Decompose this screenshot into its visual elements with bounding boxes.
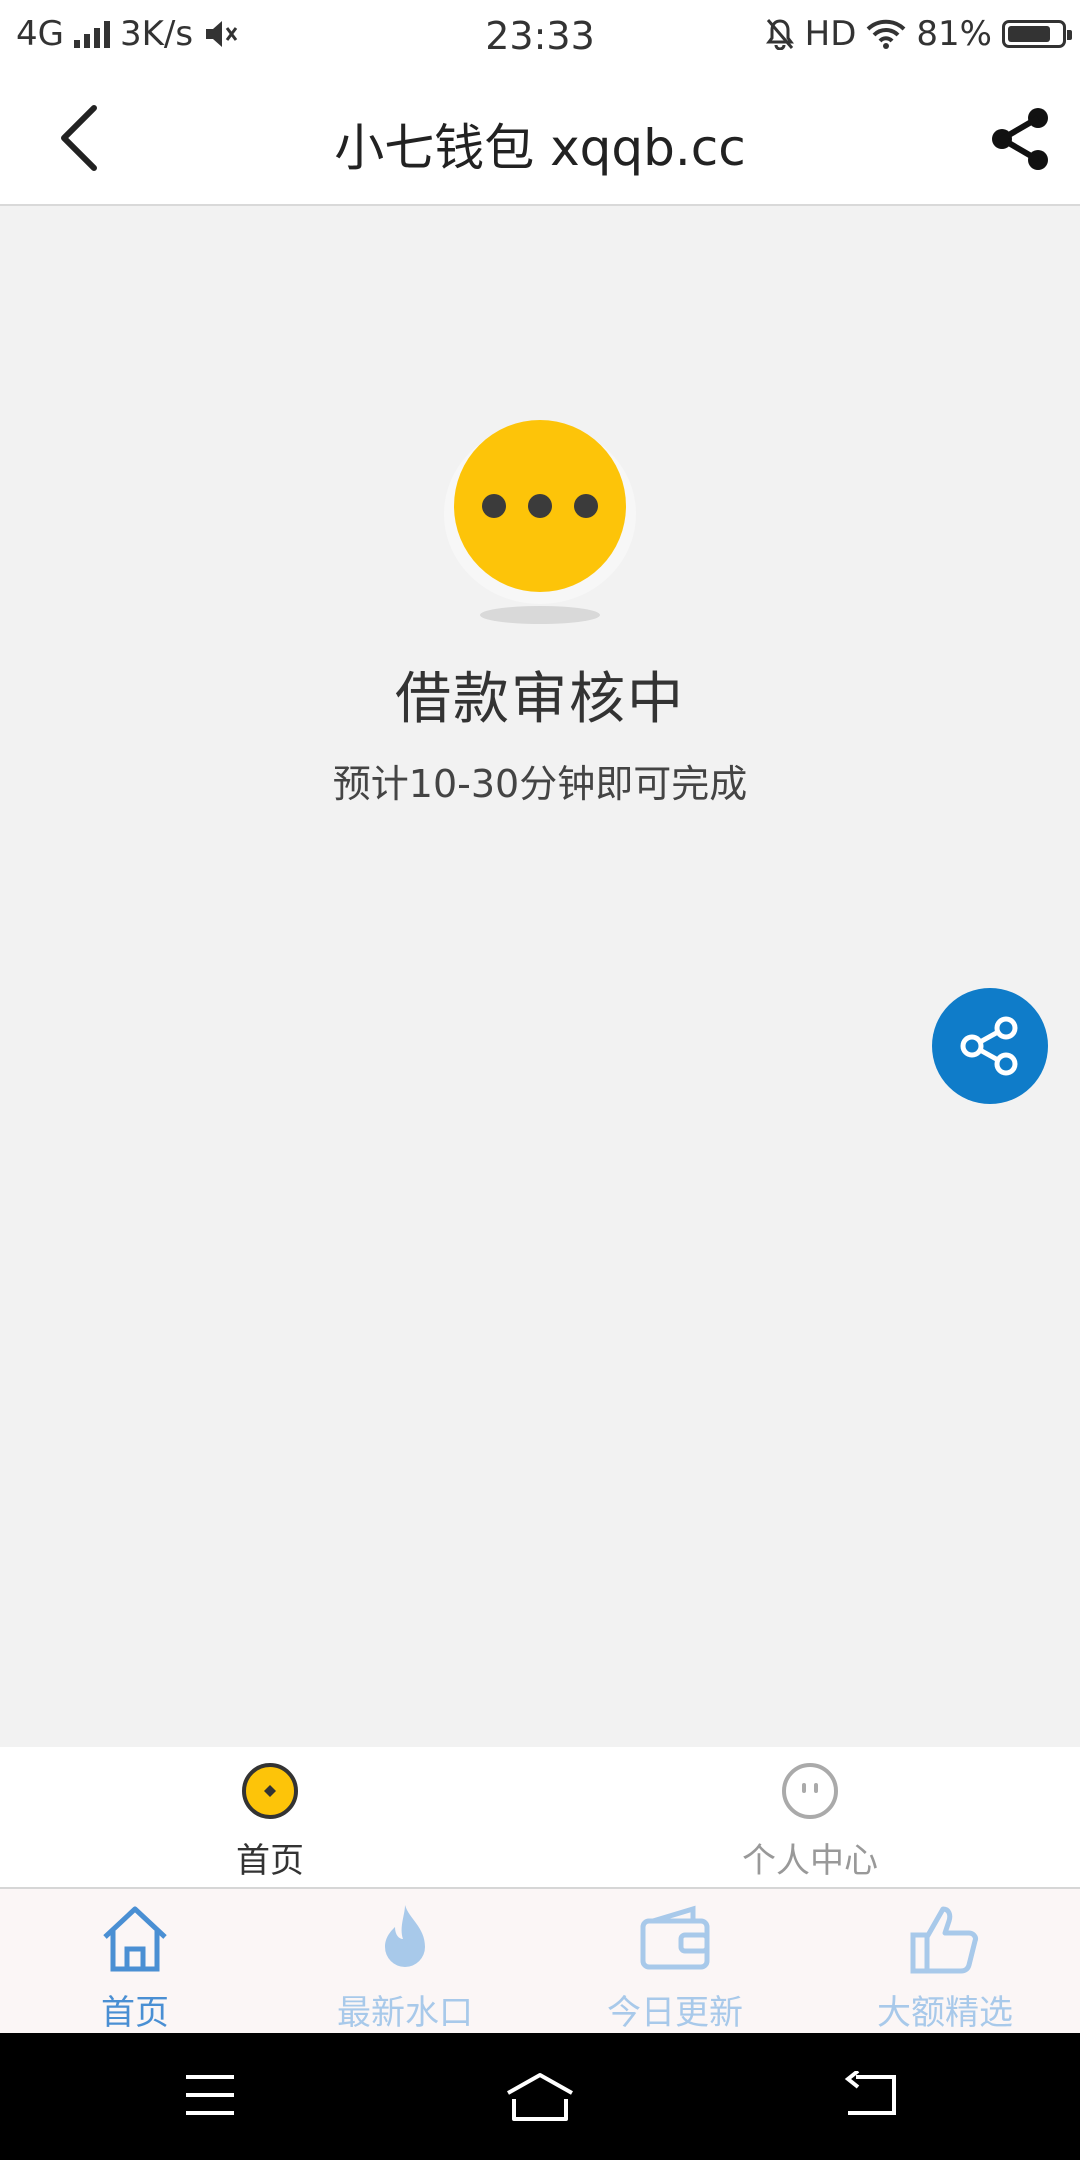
wallet-icon [640, 1905, 710, 1970]
app-header: 小七钱包 xqqb.cc [0, 72, 1080, 206]
wifi-icon [867, 19, 906, 49]
nav-home-label: 首页 [101, 1993, 169, 2033]
coin-icon [242, 1763, 298, 1819]
thumbs-up-icon [910, 1906, 978, 1974]
tab-profile[interactable]: 个人中心 [540, 1761, 1080, 1882]
status-title: 借款审核中 [395, 667, 685, 732]
face-icon [782, 1763, 838, 1819]
status-bar: 4G 3K/s 23:33 HD 81% [0, 0, 1080, 72]
nav-home[interactable]: 首页 [0, 1901, 270, 2034]
page-title: 小七钱包 xqqb.cc [334, 119, 746, 177]
battery-icon [1002, 20, 1072, 48]
nav-featured-label: 大额精选 [877, 1993, 1013, 2033]
tab-home[interactable]: 首页 [0, 1761, 540, 1882]
pending-icon [440, 410, 640, 640]
share-button[interactable] [988, 106, 1054, 172]
inner-tab-bar: 首页 个人中心 [0, 1747, 1080, 1889]
status-subtitle: 预计10-30分钟即可完成 [332, 762, 748, 806]
share-icon [992, 108, 1048, 170]
nav-latest-label: 最新水口 [337, 1993, 473, 2033]
system-nav-bar [0, 2033, 1080, 2160]
nav-today-label: 今日更新 [607, 1993, 743, 2033]
bell-off-icon [765, 19, 794, 50]
battery-percent: 81% [916, 14, 992, 54]
tab-home-label: 首页 [236, 1841, 304, 1881]
share-icon [960, 1016, 1018, 1076]
nav-today[interactable]: 今日更新 [540, 1901, 810, 2034]
bottom-nav: 首页 最新水口 今日更新 大额精选 [0, 1889, 1080, 2033]
back-key-icon[interactable] [842, 2071, 898, 2119]
fire-icon [385, 1905, 425, 1967]
menu-icon[interactable] [184, 2071, 236, 2119]
tab-profile-label: 个人中心 [742, 1841, 878, 1881]
loan-status-panel: 借款审核中 预计10-30分钟即可完成 [0, 410, 1080, 808]
floating-share-button[interactable] [932, 988, 1048, 1104]
hd-indicator: HD [804, 14, 857, 54]
home-key-icon[interactable] [504, 2071, 576, 2123]
status-right: HD 81% [765, 14, 1072, 54]
home-icon [103, 1906, 167, 1972]
nav-featured[interactable]: 大额精选 [810, 1901, 1080, 2034]
nav-latest[interactable]: 最新水口 [270, 1901, 540, 2034]
